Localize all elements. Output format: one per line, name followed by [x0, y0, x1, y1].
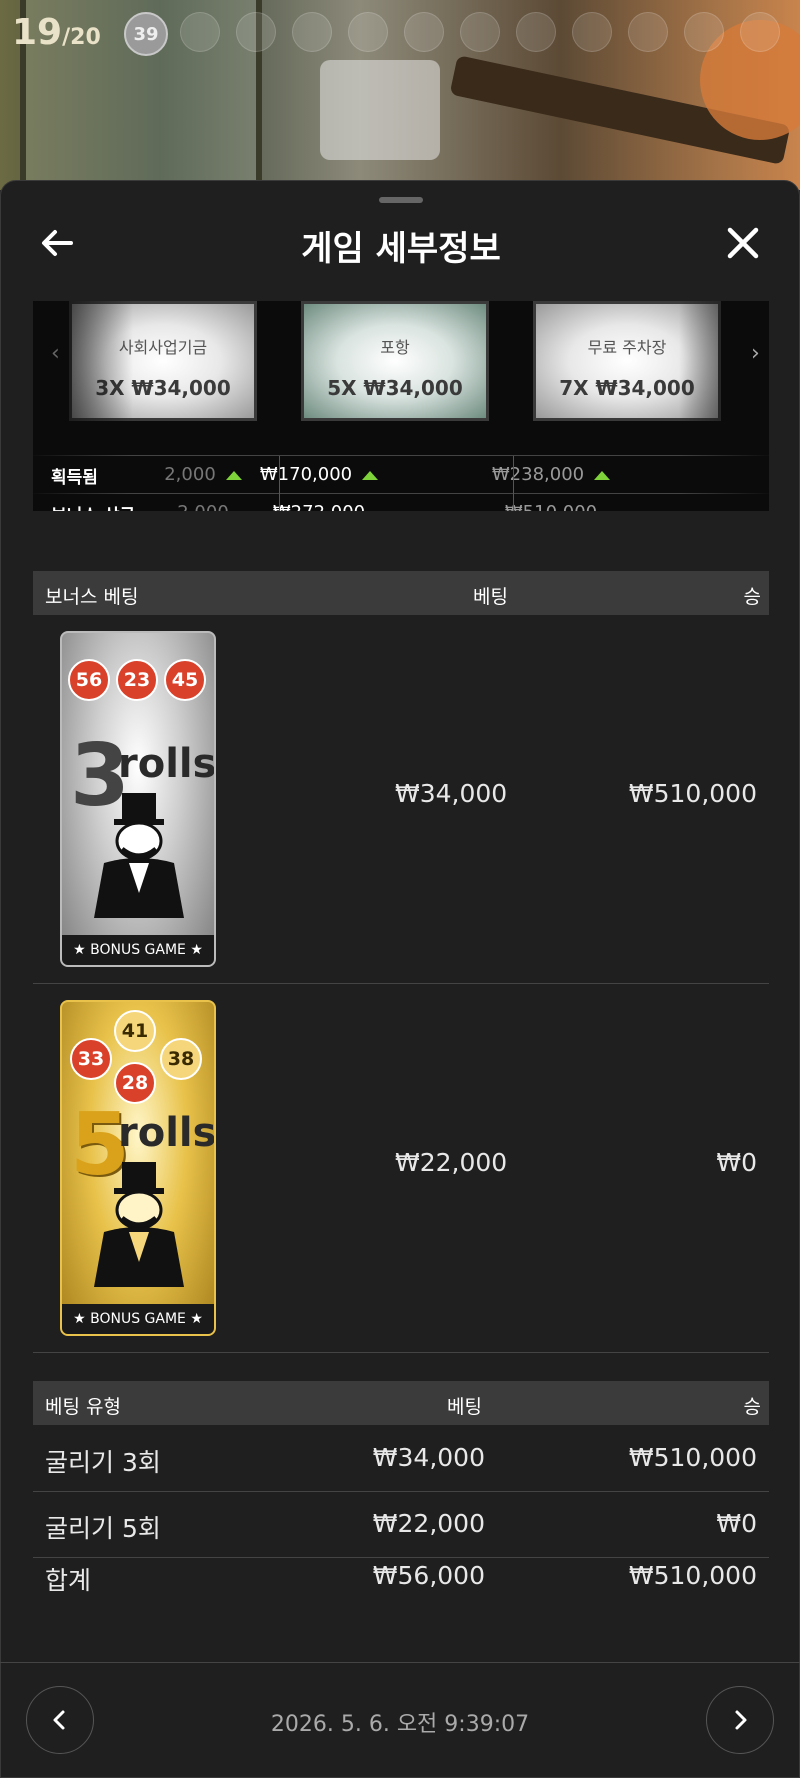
bet-type-table-header: 베팅 유형 베팅 승: [33, 1381, 769, 1425]
win-amount: ₩0: [716, 1509, 757, 1538]
bonus-prize-value: ₩272,000: [219, 502, 419, 511]
empty-ball-slot: [516, 12, 556, 52]
header-win: 승: [743, 586, 761, 608]
column-divider: [513, 456, 514, 511]
empty-ball-slot: [180, 12, 220, 52]
multiplier-card: 포항 5X ₩34,000: [301, 301, 489, 421]
empty-ball-slot: [348, 12, 388, 52]
empty-ball-slot: [292, 12, 332, 52]
drawn-ball: 39: [124, 12, 168, 56]
bonus-prize-row: 2,000 ₩272,000 ₩510,000: [33, 494, 769, 511]
ball: 41: [114, 1010, 156, 1052]
bonus-game-label: ★ BONUS GAME ★: [62, 1304, 214, 1334]
live-video-feed: 19/20 39: [0, 0, 800, 190]
win-amount: ₩510,000: [628, 1443, 757, 1472]
rolls-word: rolls: [118, 1110, 216, 1156]
chevron-right-icon: [735, 1710, 747, 1730]
empty-ball-slot: [684, 12, 724, 52]
bonus-bet: ₩22,000: [395, 1148, 508, 1177]
carousel-fade-right: [679, 301, 769, 511]
empty-ball-slot: [404, 12, 444, 52]
ball: 38: [160, 1038, 202, 1080]
mascot-icon: [94, 1162, 184, 1287]
bonus-prize-value: ₩510,000: [451, 502, 651, 511]
bonus-win: ₩510,000: [628, 779, 757, 808]
bonus-game-label: ★ BONUS GAME ★: [62, 935, 214, 965]
ball: 56: [68, 659, 110, 701]
bonus-win: ₩0: [716, 1148, 757, 1177]
video-dice-machine: [320, 60, 440, 160]
bonus-table-header: 보너스 베팅 베팅 승: [33, 571, 769, 615]
total-row: 합계 ₩56,000 ₩510,000: [33, 1557, 769, 1607]
bonus-game-3-rolls-tile: 56 23 45 3 rolls ★ BONUS GAME ★: [60, 631, 216, 967]
card-multiplier: 5X ₩34,000: [327, 376, 463, 400]
carousel-fade-left: [33, 301, 133, 511]
total-label: 합계: [45, 1566, 92, 1595]
footer-divider: [0, 1662, 800, 1663]
game-details-sheet: 게임 세부정보 사회사업기금 3X ₩34,000 포항 5X ₩34,000 …: [0, 180, 800, 1778]
earned-value: ₩238,000: [451, 464, 651, 485]
value-text: 2,000: [164, 464, 216, 485]
bonus-row: 56 23 45 3 rolls ★ BONUS GAME ★ ₩34,000 …: [33, 615, 769, 984]
multiplier-carousel: 사회사업기금 3X ₩34,000 포항 5X ₩34,000 무료 주차장 7…: [33, 301, 769, 511]
round-counter: 19/20: [12, 12, 101, 53]
up-arrow-icon: [594, 470, 611, 480]
column-divider: [279, 456, 280, 511]
carousel-table: 2,000 ₩170,000 ₩238,000 2,000 ₩272,000 ₩…: [33, 455, 769, 511]
empty-ball-slot: [740, 12, 780, 52]
header-type: 베팅 유형: [45, 1396, 121, 1418]
rolls-word: rolls: [118, 741, 216, 787]
header-type: 보너스 베팅: [45, 586, 139, 608]
empty-ball-slot: [236, 12, 276, 52]
chevron-right-icon[interactable]: ›: [751, 341, 760, 366]
bet-type: 굴리기 5회: [45, 1514, 161, 1543]
value-text: ₩238,000: [491, 464, 585, 485]
table-row: 굴리기 3회 ₩34,000 ₩510,000: [33, 1425, 769, 1492]
header-bet: 베팅: [447, 1396, 482, 1418]
value-text: ₩170,000: [259, 464, 353, 485]
close-icon[interactable]: [723, 223, 763, 263]
page-title: 게임 세부정보: [301, 229, 501, 269]
header-bet: 베팅: [473, 586, 508, 608]
drag-handle[interactable]: [379, 197, 423, 203]
empty-ball-slot: [628, 12, 668, 52]
bet-amount: ₩22,000: [372, 1509, 485, 1538]
bonus-row: 41 33 38 28 5 rolls ★ BONUS GAME ★ ₩22,0…: [33, 984, 769, 1353]
empty-ball-slot: [460, 12, 500, 52]
ball: 33: [70, 1038, 112, 1080]
round-timestamp: 2026. 5. 6. 오전 9:39:07: [270, 1712, 530, 1737]
ball: 23: [116, 659, 158, 701]
total-win: ₩510,000: [628, 1561, 757, 1590]
bet-amount: ₩34,000: [372, 1443, 485, 1472]
chevron-left-icon[interactable]: ‹: [51, 341, 60, 366]
next-round-button[interactable]: [706, 1686, 774, 1754]
up-arrow-icon: [362, 470, 379, 480]
total-bet: ₩56,000: [372, 1561, 485, 1590]
round-current: 19: [12, 12, 63, 53]
table-row: 굴리기 5회 ₩22,000 ₩0: [33, 1491, 769, 1558]
ball: 45: [164, 659, 206, 701]
mascot-icon: [94, 793, 184, 918]
empty-ball-slot: [572, 12, 612, 52]
card-name: 포항: [380, 338, 410, 357]
earned-row: 2,000 ₩170,000 ₩238,000: [33, 456, 769, 494]
header-win: 승: [743, 1396, 761, 1418]
bonus-game-5-rolls-tile: 41 33 38 28 5 rolls ★ BONUS GAME ★: [60, 1000, 216, 1336]
bet-type: 굴리기 3회: [45, 1448, 161, 1477]
bonus-bet: ₩34,000: [395, 779, 508, 808]
round-total: /20: [62, 25, 101, 50]
earned-value: ₩170,000: [219, 464, 419, 485]
